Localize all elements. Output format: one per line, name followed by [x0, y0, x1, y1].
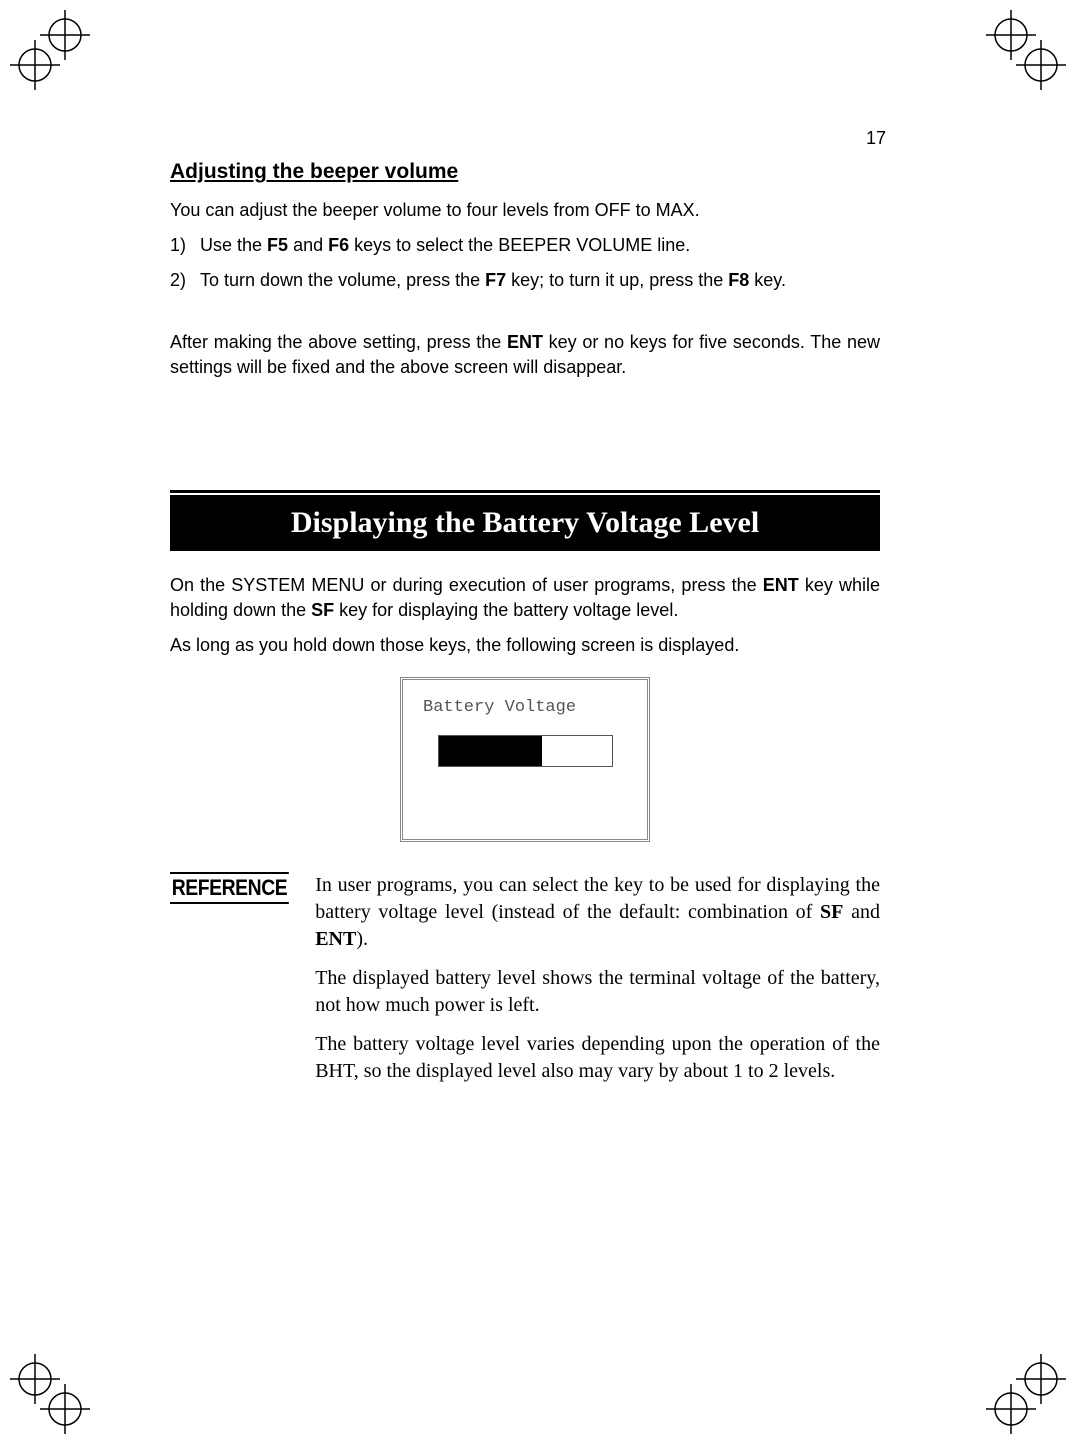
- voltage-paragraph-2: As long as you hold down those keys, the…: [170, 633, 880, 658]
- text-fragment: and: [288, 235, 328, 255]
- key-label: F5: [267, 235, 288, 255]
- reference-block: REFERENCE In user programs, you can sele…: [170, 872, 880, 1097]
- cropmark-bottom-left: [10, 1354, 90, 1434]
- page-number: 17: [866, 128, 886, 149]
- cropmark-bottom-right: [986, 1354, 1066, 1434]
- key-label: ENT: [763, 575, 799, 595]
- section-banner-voltage: Displaying the Battery Voltage Level: [170, 495, 880, 551]
- page-content: Adjusting the beeper volume You can adju…: [170, 160, 880, 1097]
- text-fragment: key; to turn it up, press the: [506, 270, 728, 290]
- text-fragment: To turn down the volume, press the: [200, 270, 485, 290]
- text-fragment: In user programs, you can select the key…: [315, 874, 880, 923]
- key-label: F7: [485, 270, 506, 290]
- cropmark-top-left: [10, 10, 90, 90]
- key-label: SF: [311, 600, 334, 620]
- battery-meter: [438, 735, 613, 767]
- step-number: 1): [170, 233, 200, 258]
- step-number: 2): [170, 268, 200, 293]
- key-label: SF: [820, 901, 843, 923]
- text-fragment: key.: [749, 270, 786, 290]
- text-fragment: After making the above setting, press th…: [170, 332, 507, 352]
- key-label: ENT: [315, 928, 356, 950]
- text-fragment: and: [843, 901, 880, 923]
- beeper-intro: You can adjust the beeper volume to four…: [170, 198, 880, 223]
- reference-p1: In user programs, you can select the key…: [315, 872, 880, 953]
- reference-label: REFERENCE: [170, 872, 289, 904]
- battery-voltage-label: Battery Voltage: [417, 698, 633, 717]
- text-fragment: ).: [356, 928, 368, 950]
- reference-p3: The battery voltage level varies dependi…: [315, 1031, 880, 1085]
- reference-body: In user programs, you can select the key…: [315, 872, 880, 1097]
- battery-voltage-screen: Battery Voltage: [400, 677, 650, 842]
- battery-meter-fill: [439, 736, 543, 766]
- step-1: 1) Use the F5 and F6 keys to select the …: [170, 233, 880, 258]
- text-fragment: keys to select the BEEPER VOLUME line.: [349, 235, 690, 255]
- text-fragment: key for displaying the battery voltage l…: [334, 600, 678, 620]
- key-label: ENT: [507, 332, 543, 352]
- voltage-paragraph-1: On the SYSTEM MENU or during execution o…: [170, 573, 880, 623]
- reference-p2: The displayed battery level shows the te…: [315, 965, 880, 1019]
- cropmark-top-right: [986, 10, 1066, 90]
- section-heading-beeper: Adjusting the beeper volume: [170, 160, 880, 184]
- text-fragment: Use the: [200, 235, 267, 255]
- key-label: F6: [328, 235, 349, 255]
- key-label: F8: [728, 270, 749, 290]
- beeper-after-paragraph: After making the above setting, press th…: [170, 330, 880, 380]
- step-text: Use the F5 and F6 keys to select the BEE…: [200, 233, 880, 258]
- text-fragment: On the SYSTEM MENU or during execution o…: [170, 575, 763, 595]
- step-2: 2) To turn down the volume, press the F7…: [170, 268, 880, 293]
- step-text: To turn down the volume, press the F7 ke…: [200, 268, 880, 293]
